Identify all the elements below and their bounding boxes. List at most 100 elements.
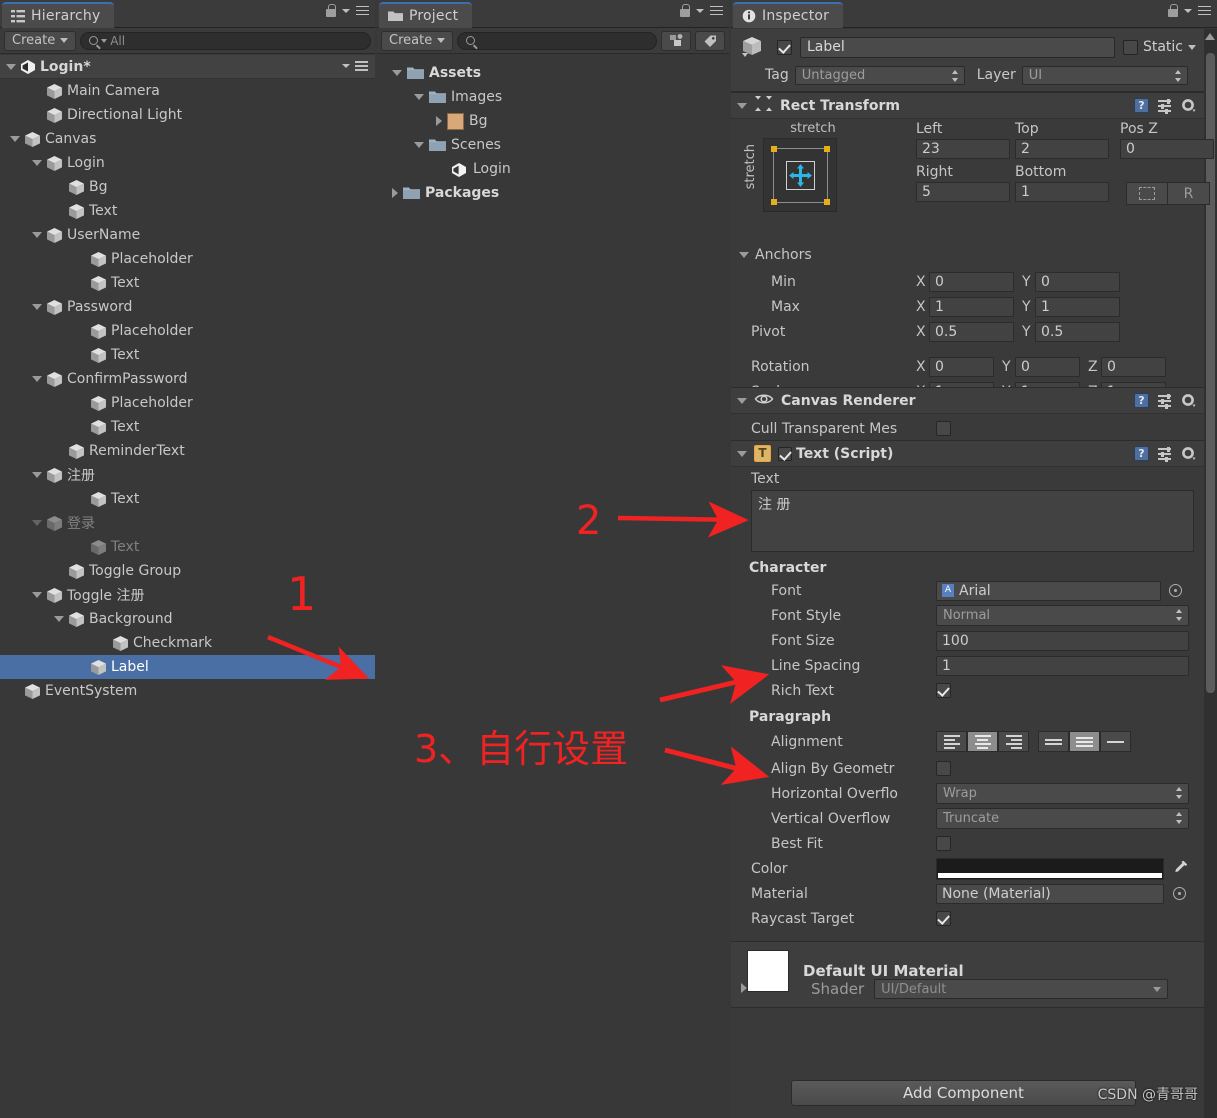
rect-transform-foldout-icon[interactable] bbox=[737, 102, 747, 109]
component-header-text-script[interactable]: T Text (Script) ? bbox=[731, 440, 1204, 467]
help-icon[interactable]: ? bbox=[1134, 393, 1149, 408]
font-style-dropdown[interactable]: Normal bbox=[936, 605, 1189, 626]
project-item-scenes[interactable]: Scenes bbox=[377, 133, 729, 157]
hierarchy-item-text[interactable]: Text bbox=[0, 415, 375, 439]
preset-icon[interactable] bbox=[1158, 446, 1172, 462]
rotation-z-field[interactable]: 0 bbox=[1101, 356, 1166, 377]
chevron-down-icon[interactable] bbox=[1184, 8, 1192, 13]
hierarchy-item-toggle-注册[interactable]: Toggle 注册 bbox=[0, 583, 375, 607]
rotation-y-field[interactable]: 0 bbox=[1015, 356, 1080, 377]
anchor-max-y-field[interactable]: 1 bbox=[1035, 296, 1120, 317]
rotation-x-field[interactable]: 0 bbox=[929, 356, 994, 377]
project-create-button[interactable]: Create bbox=[381, 30, 454, 51]
hierarchy-create-button[interactable]: Create bbox=[4, 30, 77, 51]
twisty-icon[interactable] bbox=[32, 520, 42, 526]
text-script-foldout-icon[interactable] bbox=[737, 450, 747, 457]
hierarchy-search-input[interactable]: All bbox=[80, 31, 371, 50]
scene-chevron-icon[interactable] bbox=[342, 64, 350, 68]
hierarchy-item-canvas[interactable]: Canvas bbox=[0, 127, 375, 151]
anchors-twisty-icon[interactable] bbox=[739, 252, 749, 258]
hierarchy-item-placeholder[interactable]: Placeholder bbox=[0, 319, 375, 343]
hamburger-menu-icon[interactable] bbox=[353, 5, 369, 17]
align-left-button[interactable] bbox=[936, 731, 967, 752]
twisty-icon[interactable] bbox=[32, 592, 42, 598]
scroll-up-arrow-icon[interactable] bbox=[1205, 33, 1215, 40]
gear-icon[interactable] bbox=[1181, 393, 1196, 408]
align-bottom-button[interactable] bbox=[1100, 731, 1131, 752]
font-object-field[interactable]: A Arial bbox=[936, 580, 1161, 601]
hierarchy-item-placeholder[interactable]: Placeholder bbox=[0, 247, 375, 271]
top-field[interactable]: 2 bbox=[1015, 139, 1109, 159]
canvas-renderer-foldout-icon[interactable] bbox=[737, 397, 747, 404]
material-foldout-icon[interactable] bbox=[741, 983, 747, 993]
anchor-min-y-field[interactable]: 0 bbox=[1035, 271, 1120, 292]
project-item-assets[interactable]: Assets bbox=[377, 61, 729, 85]
hierarchy-item-checkmark[interactable]: Checkmark bbox=[0, 631, 375, 655]
gear-icon[interactable] bbox=[1181, 446, 1196, 461]
horizontal-overflow-dropdown[interactable]: Wrap bbox=[936, 783, 1189, 804]
rich-text-checkbox[interactable] bbox=[936, 683, 951, 698]
vertical-alignment-group[interactable] bbox=[1038, 731, 1131, 752]
text-script-enabled-checkbox[interactable] bbox=[778, 446, 792, 461]
twisty-icon[interactable] bbox=[32, 472, 42, 478]
twisty-icon[interactable] bbox=[10, 136, 20, 142]
hierarchy-item-username[interactable]: UserName bbox=[0, 223, 375, 247]
bottom-field[interactable]: 1 bbox=[1015, 182, 1109, 202]
right-field[interactable]: 5 bbox=[916, 182, 1010, 202]
hierarchy-item-confirmpassword[interactable]: ConfirmPassword bbox=[0, 367, 375, 391]
component-header-canvas-renderer[interactable]: Canvas Renderer ? bbox=[731, 387, 1204, 414]
hierarchy-item-注册[interactable]: 注册 bbox=[0, 463, 375, 487]
color-swatch-field[interactable] bbox=[936, 857, 1164, 880]
twisty-icon[interactable] bbox=[32, 376, 42, 382]
twisty-icon[interactable] bbox=[436, 116, 442, 126]
hierarchy-item-directional-light[interactable]: Directional Light bbox=[0, 103, 375, 127]
static-dropdown-caret-icon[interactable] bbox=[1188, 44, 1196, 50]
preset-icon[interactable] bbox=[1158, 393, 1172, 409]
gear-icon[interactable] bbox=[1181, 98, 1196, 113]
cull-transparent-mesh-checkbox[interactable] bbox=[936, 421, 951, 436]
tab-hierarchy[interactable]: Hierarchy bbox=[2, 2, 115, 28]
blueprint-mode-button[interactable] bbox=[1126, 182, 1168, 205]
twisty-icon[interactable] bbox=[392, 70, 402, 76]
hierarchy-item-登录[interactable]: 登录 bbox=[0, 511, 375, 535]
line-spacing-field[interactable]: 1 bbox=[936, 655, 1189, 676]
project-item-images[interactable]: Images bbox=[377, 85, 729, 109]
twisty-icon[interactable] bbox=[414, 142, 424, 148]
scene-twisty-icon[interactable] bbox=[6, 63, 16, 70]
twisty-icon[interactable] bbox=[392, 188, 398, 198]
gameobject-name-field[interactable]: Label bbox=[800, 36, 1115, 58]
hierarchy-item-remindertext[interactable]: ReminderText bbox=[0, 439, 375, 463]
search-by-type-button[interactable] bbox=[661, 30, 691, 51]
hierarchy-item-background[interactable]: Background bbox=[0, 607, 375, 631]
font-picker-icon[interactable] bbox=[1169, 584, 1182, 597]
align-middle-button[interactable] bbox=[1069, 731, 1100, 752]
hierarchy-item-text[interactable]: Text bbox=[0, 487, 375, 511]
pivot-x-field[interactable]: 0.5 bbox=[929, 321, 1014, 342]
hierarchy-item-label[interactable]: Label bbox=[0, 655, 375, 679]
pivot-y-field[interactable]: 0.5 bbox=[1035, 321, 1120, 342]
twisty-icon[interactable] bbox=[32, 232, 42, 238]
align-by-geometry-checkbox[interactable] bbox=[936, 761, 951, 776]
project-item-packages[interactable]: Packages bbox=[377, 181, 729, 205]
lock-icon[interactable] bbox=[325, 4, 337, 17]
twisty-icon[interactable] bbox=[414, 94, 424, 100]
project-item-login[interactable]: Login bbox=[377, 157, 729, 181]
twisty-icon[interactable] bbox=[32, 160, 42, 166]
hamburger-menu-icon[interactable] bbox=[1195, 5, 1211, 17]
hierarchy-item-login[interactable]: Login bbox=[0, 151, 375, 175]
anchor-preset-box[interactable] bbox=[763, 138, 837, 212]
hierarchy-item-bg[interactable]: Bg bbox=[0, 175, 375, 199]
horizontal-alignment-group[interactable] bbox=[936, 731, 1029, 752]
hierarchy-item-eventsystem[interactable]: EventSystem bbox=[0, 679, 375, 703]
hierarchy-item-main-camera[interactable]: Main Camera bbox=[0, 79, 375, 103]
raycast-target-checkbox[interactable] bbox=[936, 911, 951, 926]
hierarchy-item-toggle-group[interactable]: Toggle Group bbox=[0, 559, 375, 583]
layer-dropdown[interactable]: UI bbox=[1021, 65, 1188, 85]
chevron-down-icon[interactable] bbox=[696, 8, 704, 13]
search-by-label-button[interactable] bbox=[695, 30, 725, 51]
static-toggle-group[interactable]: Static bbox=[1122, 39, 1196, 55]
tab-project[interactable]: Project bbox=[379, 2, 473, 28]
project-search-input[interactable] bbox=[457, 31, 657, 50]
vertical-overflow-dropdown[interactable]: Truncate bbox=[936, 808, 1189, 829]
project-item-bg[interactable]: Bg bbox=[377, 109, 729, 133]
